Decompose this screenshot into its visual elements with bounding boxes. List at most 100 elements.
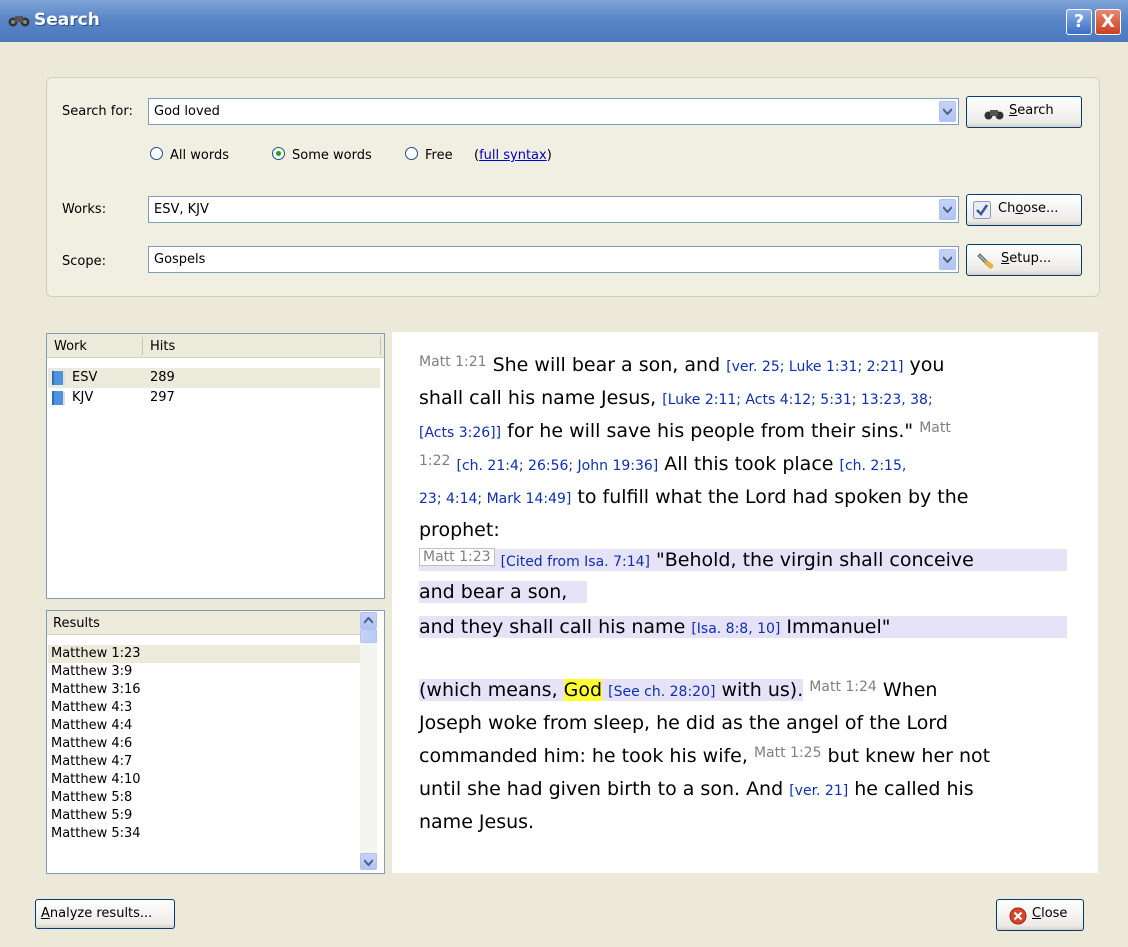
scope-dropdown[interactable] bbox=[939, 249, 956, 270]
list-item[interactable]: Matthew 4:3 bbox=[48, 699, 360, 717]
search-for-label: Search for: bbox=[62, 104, 133, 119]
radio-all-words-label: All words bbox=[170, 148, 229, 163]
radio-some-words[interactable] bbox=[272, 147, 285, 160]
full-syntax-group: (full syntax) bbox=[474, 148, 552, 163]
close-circle-icon bbox=[1009, 907, 1027, 925]
close-button[interactable]: Close bbox=[996, 899, 1084, 931]
list-item[interactable]: Matthew 1:23 bbox=[48, 645, 360, 663]
scroll-down-button[interactable] bbox=[360, 853, 377, 870]
binoculars-icon bbox=[8, 16, 30, 27]
radio-free-label: Free bbox=[425, 148, 453, 163]
full-syntax-link[interactable]: full syntax bbox=[479, 148, 547, 163]
table-row[interactable]: ESV 289 bbox=[48, 368, 380, 388]
choose-works-button[interactable]: Choose... bbox=[966, 194, 1082, 226]
results-header-label: Results bbox=[53, 616, 100, 631]
scroll-up-button[interactable] bbox=[360, 612, 377, 629]
works-hits-table: Work Hits ESV 289 KJV 297 bbox=[46, 333, 385, 599]
passage-line: Joseph woke from sleep, he did as the an… bbox=[419, 712, 948, 734]
list-item[interactable]: Matthew 5:8 bbox=[48, 789, 360, 807]
verse-ref[interactable]: Matt 1:23 bbox=[419, 548, 495, 566]
list-item[interactable]: Matthew 3:16 bbox=[48, 681, 360, 699]
cross-ref[interactable]: [ch. 21:4; 26:56; John 19:36] bbox=[457, 458, 659, 474]
list-item[interactable]: Matthew 4:7 bbox=[48, 753, 360, 771]
cross-ref[interactable]: [See ch. 28:20] bbox=[608, 684, 715, 700]
verse-ref[interactable]: Matt 1:25 bbox=[754, 745, 822, 761]
radio-free[interactable] bbox=[405, 147, 418, 160]
results-header: Results bbox=[47, 611, 360, 635]
cross-ref[interactable]: [Luke 2:11; Acts 4:12; 5:31; 13:23, 38; bbox=[662, 392, 932, 408]
table-row[interactable]: KJV 297 bbox=[48, 388, 380, 408]
scope-select-value: Gospels bbox=[154, 252, 206, 267]
scope-label: Scope: bbox=[62, 254, 106, 269]
close-window-button[interactable]: X bbox=[1095, 9, 1121, 35]
list-item[interactable]: Matthew 3:9 bbox=[48, 663, 360, 681]
passage-viewer: Matt 1:21 She will bear a son, and [ver.… bbox=[392, 332, 1098, 873]
passage-line-highlighted: and bear a son, bbox=[419, 581, 587, 603]
passage-line: (which means, God [See ch. 28:20] with u… bbox=[419, 679, 938, 701]
passage-line: [Acts 3:26]] for he will save his people… bbox=[419, 420, 951, 442]
work-name: KJV bbox=[72, 390, 94, 405]
binoculars-icon bbox=[984, 110, 1004, 120]
cross-ref[interactable]: 23; 4:14; Mark 14:49] bbox=[419, 491, 571, 507]
cross-ref[interactable]: [Cited from Isa. 7:14] bbox=[501, 554, 650, 570]
help-button[interactable]: ? bbox=[1066, 9, 1092, 35]
results-scrollbar[interactable] bbox=[360, 612, 377, 870]
works-select[interactable]: ESV, KJV bbox=[148, 196, 959, 223]
hit-count: 297 bbox=[150, 390, 175, 405]
analyze-accel: A bbox=[41, 906, 50, 921]
hit-count: 289 bbox=[150, 370, 175, 385]
search-history-dropdown[interactable] bbox=[939, 101, 956, 122]
list-item[interactable]: Matthew 5:9 bbox=[48, 807, 360, 825]
passage-line: 1:22 [ch. 21:4; 26:56; John 19:36] All t… bbox=[419, 453, 907, 475]
radio-some-words-label: Some words bbox=[292, 148, 372, 163]
cross-ref[interactable]: [Isa. 8:8, 10] bbox=[691, 621, 780, 637]
chevron-down-icon bbox=[943, 206, 952, 213]
search-input-value: God loved bbox=[154, 104, 220, 119]
cross-ref[interactable]: [ch. 2:15, bbox=[840, 458, 907, 474]
passage-line: name Jesus. bbox=[419, 811, 535, 833]
chevron-down-icon bbox=[943, 256, 952, 263]
book-icon bbox=[52, 391, 65, 405]
verse-ref[interactable]: Matt 1:24 bbox=[809, 679, 877, 695]
search-button[interactable]: Search bbox=[966, 96, 1082, 128]
search-input[interactable]: God loved bbox=[148, 98, 959, 125]
list-item[interactable]: Matthew 4:6 bbox=[48, 735, 360, 753]
cross-ref[interactable]: [Acts 3:26]] bbox=[419, 425, 501, 441]
passage-line: commanded him: he took his wife, Matt 1:… bbox=[419, 745, 991, 767]
passage-line: shall call his name Jesus, [Luke 2:11; A… bbox=[419, 387, 933, 409]
chevron-down-icon bbox=[364, 859, 373, 866]
results-items: Matthew 1:23 Matthew 3:9 Matthew 3:16 Ma… bbox=[48, 645, 360, 869]
search-hit-highlight: God bbox=[563, 679, 603, 701]
passage-line-highlighted: and they shall call his name [Isa. 8:8, … bbox=[419, 616, 1067, 638]
passage-line: 23; 4:14; Mark 14:49] to fulfill what th… bbox=[419, 486, 969, 508]
column-header-hits[interactable]: Hits bbox=[150, 339, 175, 354]
passage-line: prophet: bbox=[419, 519, 500, 541]
checkmark-icon bbox=[973, 201, 991, 219]
scope-select[interactable]: Gospels bbox=[148, 246, 959, 273]
wrench-icon bbox=[977, 253, 994, 269]
verse-ref[interactable]: Matt bbox=[919, 420, 951, 436]
radio-all-words[interactable] bbox=[150, 147, 163, 160]
chevron-up-icon bbox=[364, 617, 373, 624]
list-item[interactable]: Matthew 5:34 bbox=[48, 825, 360, 843]
chevron-down-icon bbox=[943, 108, 952, 115]
column-header-work[interactable]: Work bbox=[54, 339, 87, 354]
close-accel: C bbox=[1032, 906, 1042, 921]
cross-ref[interactable]: [ver. 25; Luke 1:31; 2:21] bbox=[726, 359, 903, 375]
analyze-results-button[interactable]: Analyze results... bbox=[35, 899, 175, 929]
book-icon bbox=[52, 371, 65, 385]
scroll-thumb[interactable] bbox=[360, 629, 377, 643]
list-item[interactable]: Matthew 4:4 bbox=[48, 717, 360, 735]
paren-close: ) bbox=[546, 148, 552, 163]
works-select-value: ESV, KJV bbox=[154, 202, 209, 217]
verse-ref[interactable]: 1:22 bbox=[419, 453, 450, 469]
scope-setup-button[interactable]: Setup... bbox=[966, 244, 1082, 276]
analyze-results-label: nalyze results... bbox=[49, 906, 153, 921]
search-button-label: earch bbox=[1017, 103, 1054, 118]
works-dropdown[interactable] bbox=[939, 199, 956, 220]
passage-line: Matt 1:21 She will bear a son, and [ver.… bbox=[419, 354, 945, 376]
verse-ref[interactable]: Matt 1:21 bbox=[419, 354, 487, 370]
cross-ref[interactable]: [ver. 21] bbox=[789, 783, 848, 799]
work-name: ESV bbox=[72, 370, 98, 385]
list-item[interactable]: Matthew 4:10 bbox=[48, 771, 360, 789]
